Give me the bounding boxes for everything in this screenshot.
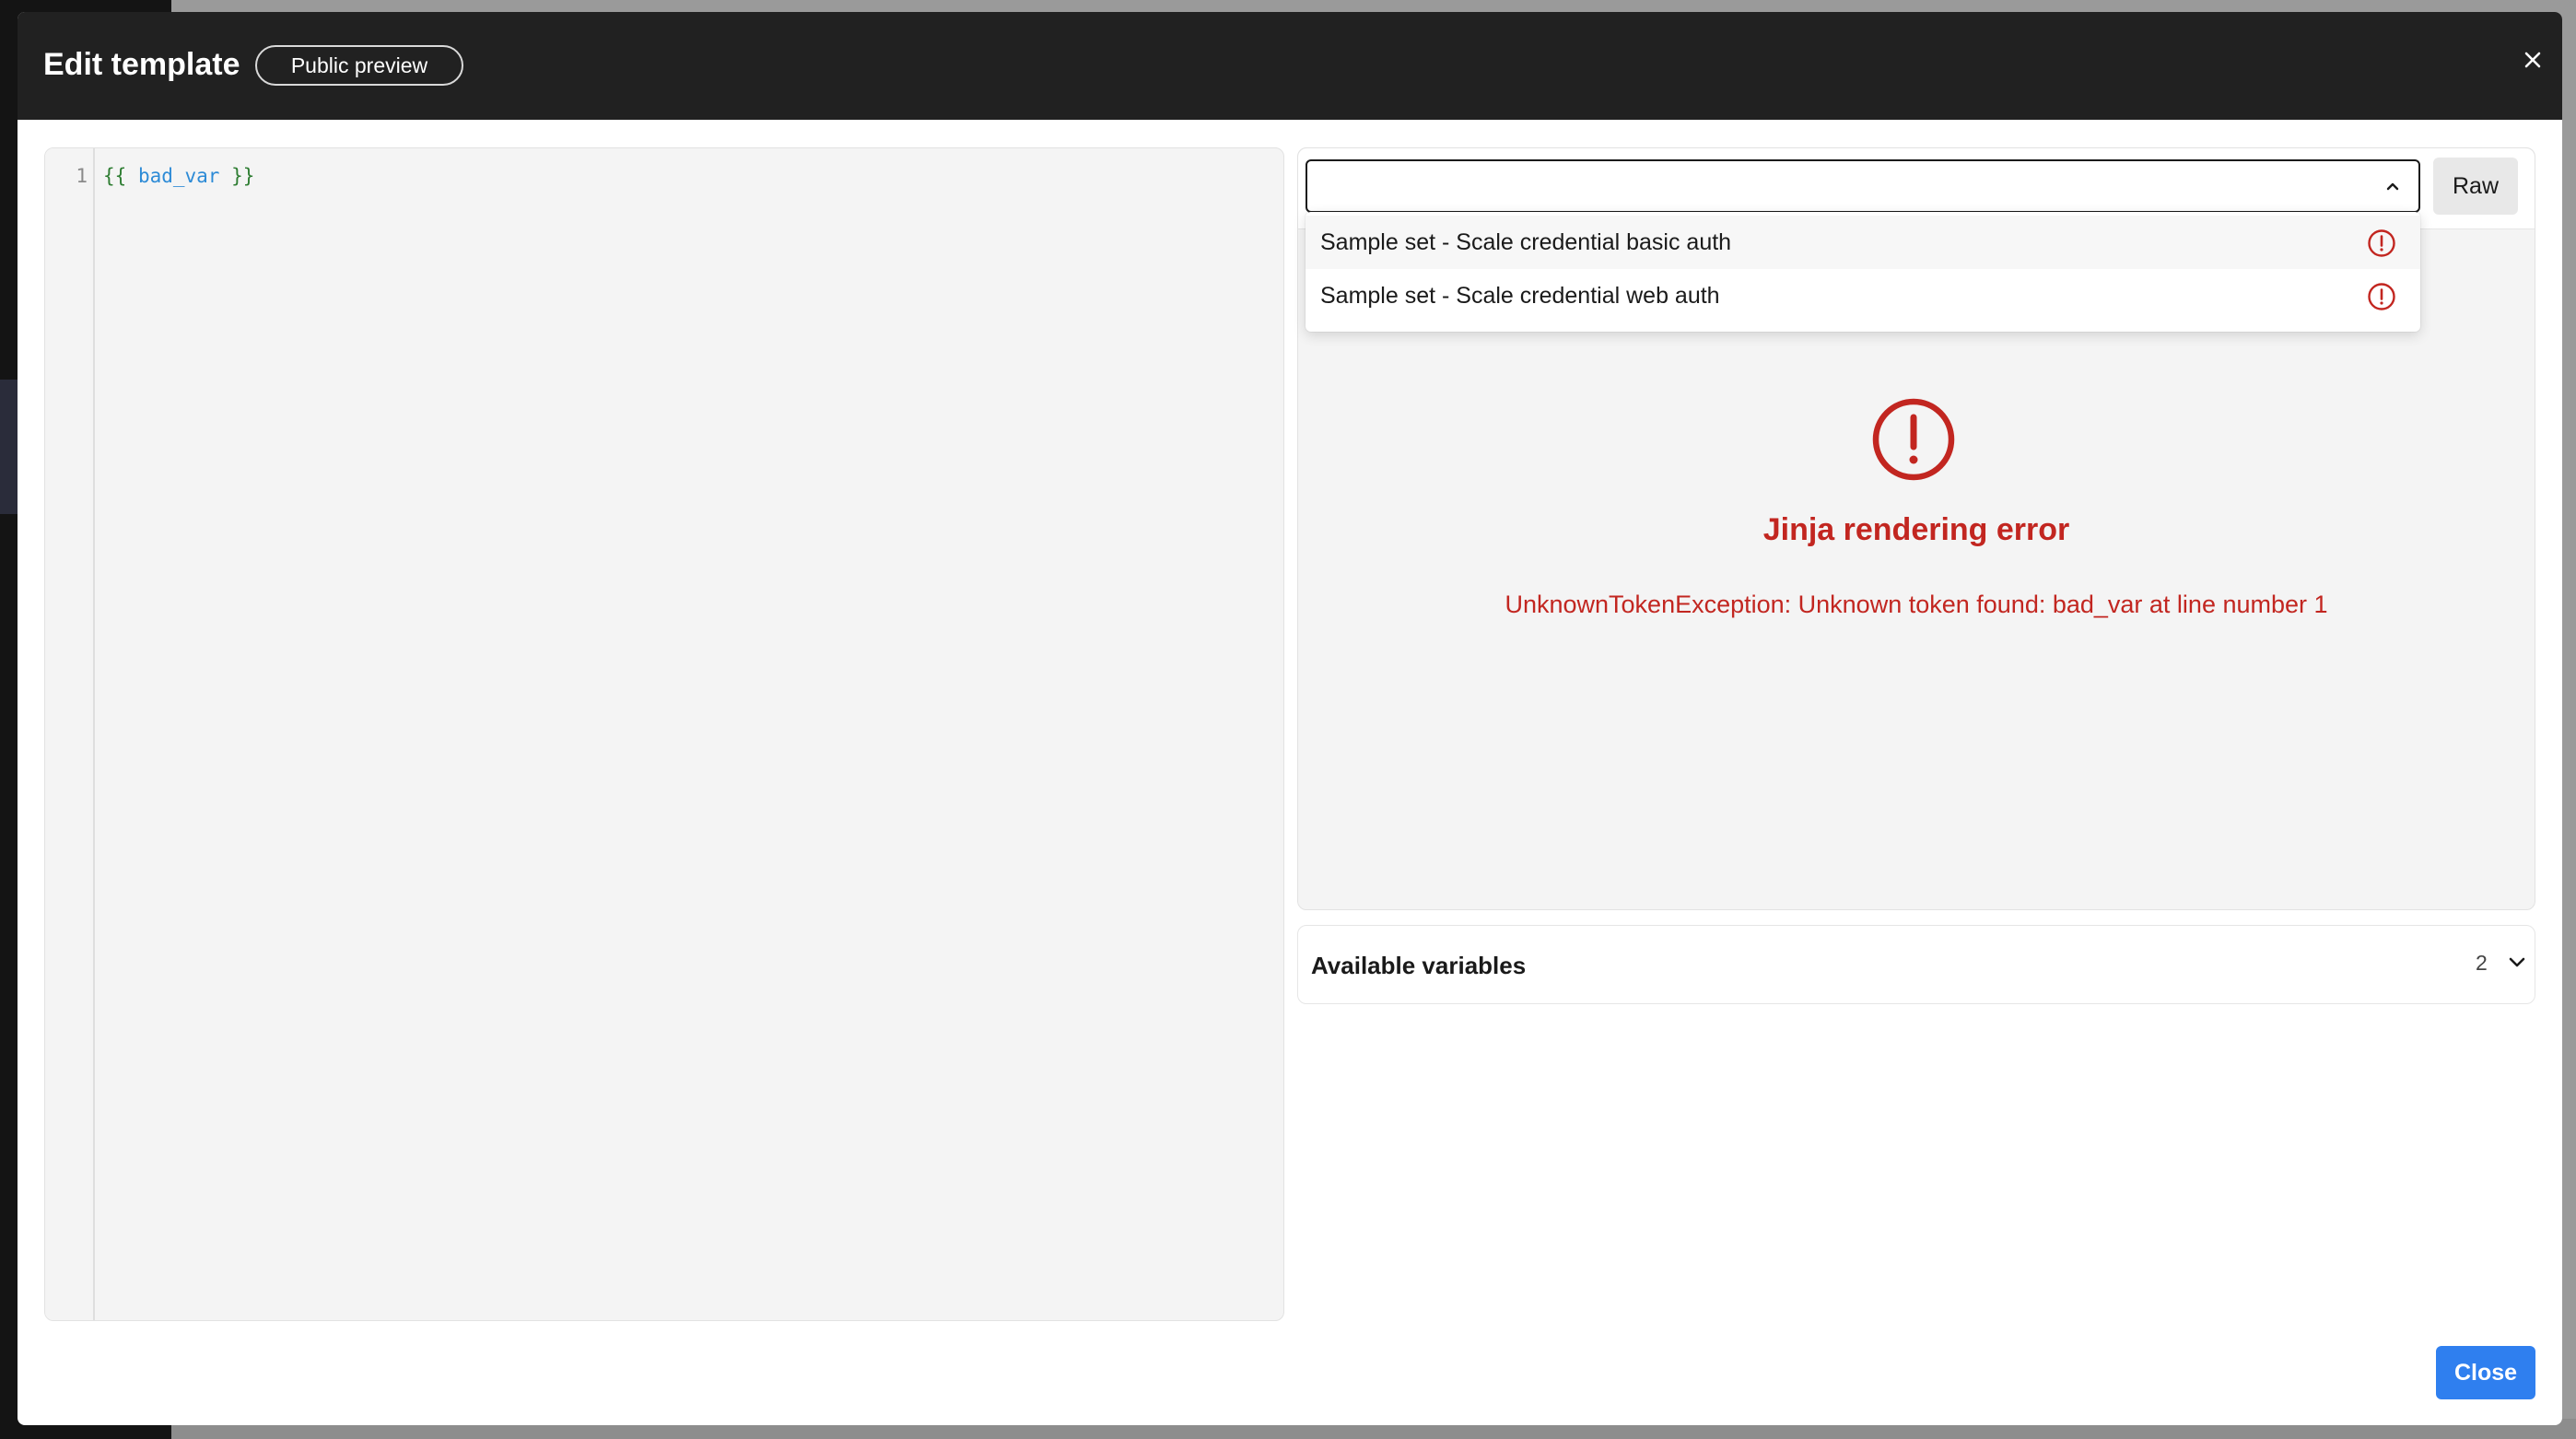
editor-gutter: 1 xyxy=(45,148,95,1320)
code-line[interactable]: {{ bad_var }} xyxy=(103,165,254,187)
sample-set-dropdown: Sample set - Scale credential basic auth… xyxy=(1306,212,2420,332)
chevron-up-icon xyxy=(2386,182,2399,191)
dropdown-item-label: Sample set - Scale credential basic auth xyxy=(1320,229,1732,255)
close-icon[interactable] xyxy=(2516,43,2549,76)
chevron-down-icon[interactable] xyxy=(2507,955,2527,970)
available-variables-count: 2 xyxy=(2476,951,2488,975)
code-open-brace: {{ xyxy=(103,165,127,187)
background-sidebar-highlight xyxy=(0,380,18,514)
code-variable: bad_var xyxy=(137,165,220,187)
line-number: 1 xyxy=(76,165,88,187)
error-circle-icon xyxy=(1872,398,1955,481)
template-code-editor[interactable]: 1 {{ bad_var }} xyxy=(44,147,1284,1321)
dropdown-item-label: Sample set - Scale credential web auth xyxy=(1320,283,1720,309)
available-variables-accordion[interactable]: Available variables 2 xyxy=(1297,925,2535,1004)
available-variables-title: Available variables xyxy=(1311,952,1527,979)
code-close-brace: }} xyxy=(231,165,255,187)
error-message: UnknownTokenException: Unknown token fou… xyxy=(1505,591,2328,618)
error-circle-icon xyxy=(2368,283,2395,310)
error-title: Jinja rendering error xyxy=(1762,512,2070,547)
raw-button[interactable]: Raw xyxy=(2433,158,2518,215)
dropdown-item-web-auth[interactable]: Sample set - Scale credential web auth xyxy=(1306,269,2420,322)
public-preview-badge[interactable]: Public preview xyxy=(255,45,463,86)
close-button[interactable]: Close xyxy=(2436,1346,2535,1399)
dropdown-item-basic-auth[interactable]: Sample set - Scale credential basic auth xyxy=(1306,216,2420,269)
sample-set-select[interactable] xyxy=(1306,159,2420,213)
error-circle-icon xyxy=(2368,229,2395,257)
modal-header: Edit template Public preview xyxy=(18,12,2562,120)
modal-title: Edit template xyxy=(43,47,240,82)
